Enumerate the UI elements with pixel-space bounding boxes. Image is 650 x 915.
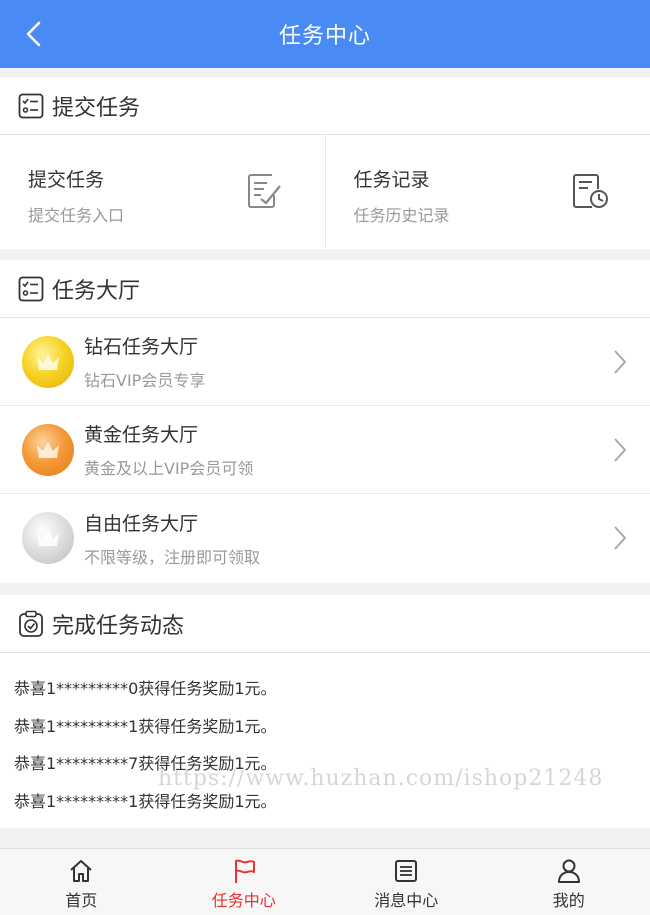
hall-item-gold[interactable]: 黄金任务大厅 黄金及以上VIP会员可领 xyxy=(0,406,650,494)
dynamics-section-title: 完成任务动态 xyxy=(52,613,185,639)
submit-section: 提交任务 提交任务 提交任务入口 任务记录 任务历史记录 xyxy=(0,77,650,249)
hall-item-diamond[interactable]: 钻石任务大厅 钻石VIP会员专享 xyxy=(0,318,650,406)
hall-section-header: 任务大厅 xyxy=(0,260,650,318)
tab-bar: 首页 任务中心 消息中心 我的 xyxy=(0,848,650,915)
hall-section-title: 任务大厅 xyxy=(52,278,141,304)
hall-section: 任务大厅 钻石任务大厅 钻石VIP会员专享 黄金任务大厅 黄金及以上VIP会员可… xyxy=(0,260,650,583)
chevron-right-icon xyxy=(614,438,627,462)
dynamics-section: 完成任务动态 恭喜1*********0获得任务奖励1元。 恭喜1*******… xyxy=(0,595,650,828)
list-item: 恭喜1*********7获得任务奖励1元。 xyxy=(14,754,277,773)
tab-home[interactable]: 首页 xyxy=(0,849,163,915)
hall-item-subtitle: 不限等级，注册即可领取 xyxy=(84,547,261,567)
hall-item-title: 黄金任务大厅 xyxy=(84,424,199,446)
list-item: 恭喜1*********1获得任务奖励1元。 xyxy=(14,791,277,811)
tab-mine[interactable]: 我的 xyxy=(488,849,650,915)
submit-section-header: 提交任务 xyxy=(0,77,650,135)
chevron-right-icon xyxy=(614,350,627,374)
tab-label: 任务中心 xyxy=(211,891,276,910)
hall-item-free[interactable]: 自由任务大厅 不限等级，注册即可领取 xyxy=(0,494,650,582)
submit-row: 提交任务 提交任务入口 任务记录 任务历史记录 xyxy=(0,135,650,248)
hall-item-title: 自由任务大厅 xyxy=(84,512,199,535)
bronze-medal-icon xyxy=(22,423,74,476)
message-icon xyxy=(395,860,418,882)
header-bar: 任务中心 xyxy=(0,0,650,68)
user-icon xyxy=(557,859,580,883)
hall-item-title: 钻石任务大厅 xyxy=(84,336,199,358)
hall-item-subtitle: 黄金及以上VIP会员可领 xyxy=(84,459,254,478)
tab-label: 消息中心 xyxy=(374,891,439,910)
silver-medal-icon xyxy=(22,512,74,564)
edit-document-icon xyxy=(245,171,285,211)
chevron-left-icon xyxy=(26,21,41,47)
flag-icon xyxy=(234,859,255,883)
gold-medal-icon xyxy=(22,335,74,388)
task-record-button[interactable]: 任务记录 任务历史记录 xyxy=(324,135,650,248)
tab-message-center[interactable]: 消息中心 xyxy=(325,849,488,915)
tab-label: 我的 xyxy=(552,891,585,910)
dynamics-list: 恭喜1*********0获得任务奖励1元。 恭喜1*********1获得任务… xyxy=(0,653,650,829)
tab-task-center[interactable]: 任务中心 xyxy=(163,849,326,915)
list-item: 恭喜1*********0获得任务奖励1元。 xyxy=(14,679,277,698)
clock-document-icon xyxy=(570,171,610,211)
dynamics-section-header: 完成任务动态 xyxy=(0,595,650,653)
chevron-right-icon xyxy=(614,526,627,550)
page-title: 任务中心 xyxy=(278,24,371,49)
app: 任务中心 提交任务 提交任务 提交任务入口 任务记录 任务历史记录 任务大厅 钻… xyxy=(0,0,650,915)
clipboard-check-icon xyxy=(18,610,44,637)
list-item: 恭喜1*********1获得任务奖励1元。 xyxy=(14,716,277,736)
submit-section-title: 提交任务 xyxy=(52,95,141,121)
checklist-icon xyxy=(18,276,44,302)
home-icon xyxy=(70,860,92,882)
submit-task-button[interactable]: 提交任务 提交任务入口 xyxy=(0,135,325,248)
tab-label: 首页 xyxy=(65,891,98,910)
back-button[interactable] xyxy=(14,14,54,54)
checklist-icon xyxy=(18,93,44,119)
hall-item-subtitle: 钻石VIP会员专享 xyxy=(84,371,206,390)
